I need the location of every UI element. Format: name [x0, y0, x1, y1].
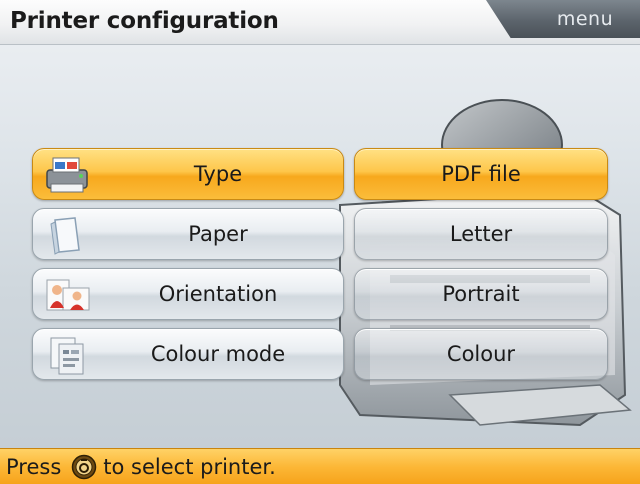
status-suffix: to select printer.: [103, 455, 276, 479]
type-value-button[interactable]: PDF file: [354, 148, 608, 200]
colour-mode-label: Colour mode: [150, 342, 286, 366]
title-bar: Printer configuration menu: [0, 0, 640, 45]
type-value: PDF file: [441, 162, 521, 186]
paper-value-button[interactable]: Letter: [354, 208, 608, 260]
type-label: Type: [193, 162, 243, 186]
orientation-value: Portrait: [442, 282, 520, 306]
paper-label: Paper: [188, 222, 248, 246]
page-title: Printer configuration: [10, 8, 279, 34]
paper-value: Letter: [449, 222, 513, 246]
colour-mode-value-button[interactable]: Colour: [354, 328, 608, 380]
printer-device-illustration: [339, 99, 632, 427]
paper-button[interactable]: Paper: [32, 208, 344, 260]
printer-configuration-screen: Printer configuration menu Type PDF file…: [0, 0, 640, 484]
menu-button-label[interactable]: menu: [540, 8, 630, 30]
orientation-value-button[interactable]: Portrait: [354, 268, 608, 320]
type-button[interactable]: Type: [32, 148, 344, 200]
status-bar: Press to select printer.: [0, 448, 640, 484]
colour-mode-button[interactable]: Colour mode: [32, 328, 344, 380]
status-message: Press to select printer.: [6, 454, 276, 480]
orientation-button[interactable]: Orientation: [32, 268, 344, 320]
colour-mode-icon: [50, 337, 84, 375]
select-key-icon: [72, 454, 97, 480]
orientation-icon: [46, 279, 90, 311]
colour-mode-value: Colour: [446, 342, 516, 366]
orientation-label: Orientation: [158, 282, 278, 306]
status-prefix: Press: [6, 455, 62, 479]
paper-icon: [50, 217, 80, 255]
printer-icon: [46, 157, 88, 193]
